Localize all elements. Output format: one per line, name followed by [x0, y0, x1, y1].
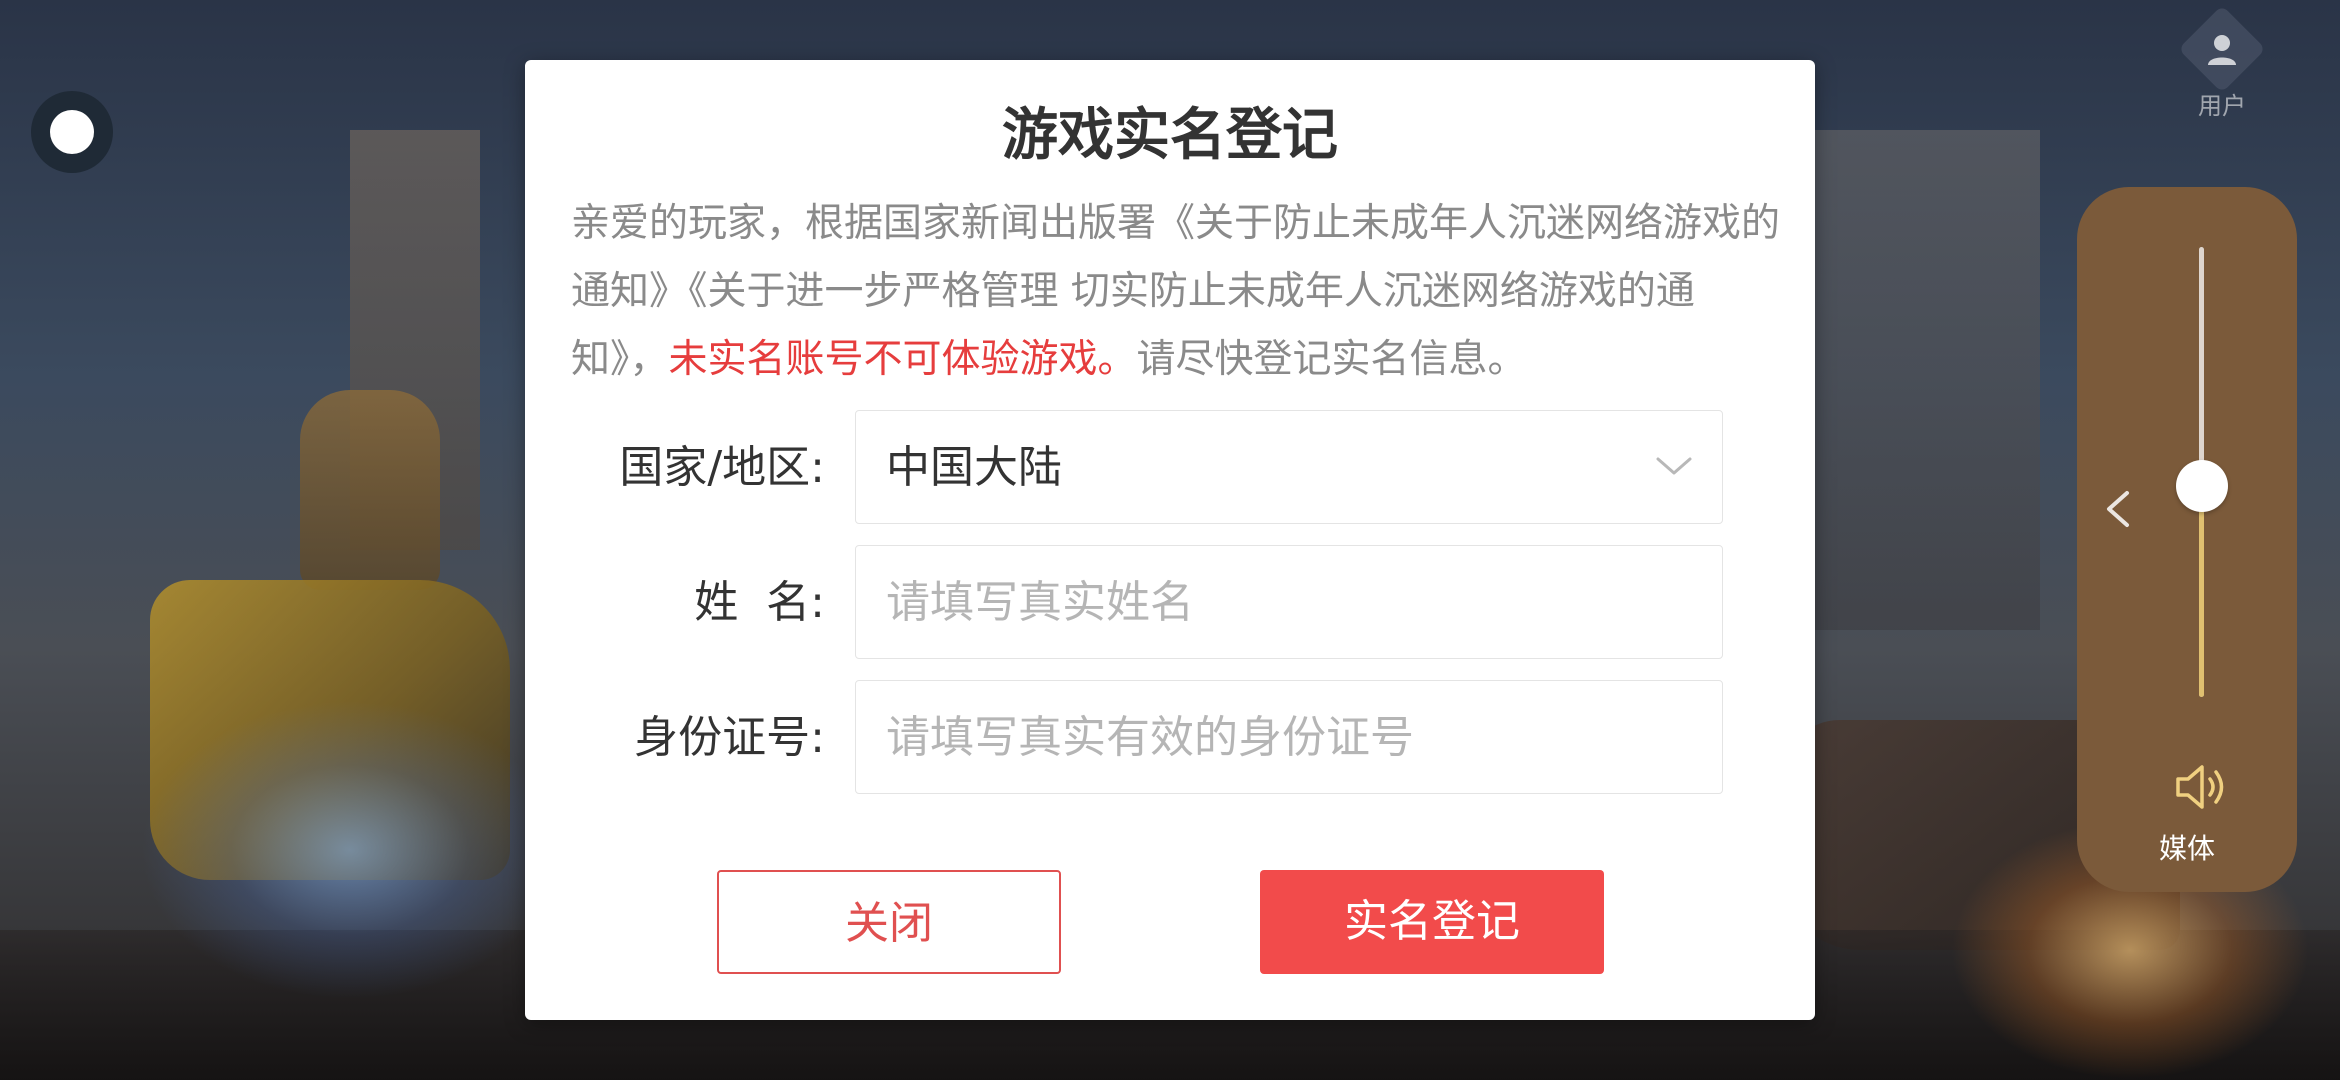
notice-text-suffix: 请尽快登记实名信息。 — [1136, 337, 1527, 382]
chevron-left-icon[interactable] — [2097, 487, 2141, 531]
region-label: 国家/地区: — [619, 442, 825, 493]
region-select-value: 中国大陆 — [886, 442, 1062, 493]
volume-media-label: 媒体 — [2158, 832, 2215, 865]
id-number-field — [855, 680, 1723, 794]
dialog-notice: 亲爱的玩家，根据国家新闻出版署《关于防止未成年人沉迷网络游戏的通知》《关于进一步… — [571, 190, 1781, 394]
realname-registration-dialog: 游戏实名登记 亲爱的玩家，根据国家新闻出版署《关于防止未成年人沉迷网络游戏的通知… — [525, 60, 1815, 1020]
name-input[interactable] — [856, 546, 1722, 658]
user-button[interactable]: 用户 — [2178, 5, 2266, 122]
submit-registration-button[interactable]: 实名登记 — [1260, 870, 1604, 974]
region-row: 国家/地区: 中国大陆 — [525, 410, 1815, 526]
speaker-icon — [2176, 765, 2224, 809]
region-select[interactable]: 中国大陆 — [855, 410, 1723, 524]
id-number-row: 身份证号: — [525, 680, 1815, 796]
chevron-down-icon — [1656, 457, 1692, 475]
notice-warning-text: 未实名账号不可体验游戏。 — [668, 337, 1137, 382]
user-icon — [2208, 35, 2236, 65]
user-label: 用户 — [2198, 92, 2246, 120]
background-headlight-glow — [140, 700, 560, 1000]
id-number-label: 身份证号: — [634, 712, 825, 763]
volume-slider-knob[interactable] — [2176, 459, 2228, 512]
record-button[interactable] — [31, 91, 113, 173]
name-row: 姓 名: — [525, 545, 1815, 661]
background-dinosaur-statue — [300, 390, 440, 590]
user-icon-badge — [2178, 5, 2266, 93]
name-label: 姓 名: — [694, 577, 825, 628]
background-tower-right — [1800, 130, 2040, 630]
volume-panel: 媒体 — [2077, 187, 2297, 892]
record-dot-icon — [50, 110, 94, 154]
dialog-title: 游戏实名登记 — [1002, 103, 1338, 168]
id-number-input[interactable] — [856, 681, 1722, 793]
name-field — [855, 545, 1723, 659]
volume-slider-fill — [2199, 485, 2204, 697]
close-button[interactable]: 关闭 — [717, 870, 1061, 974]
